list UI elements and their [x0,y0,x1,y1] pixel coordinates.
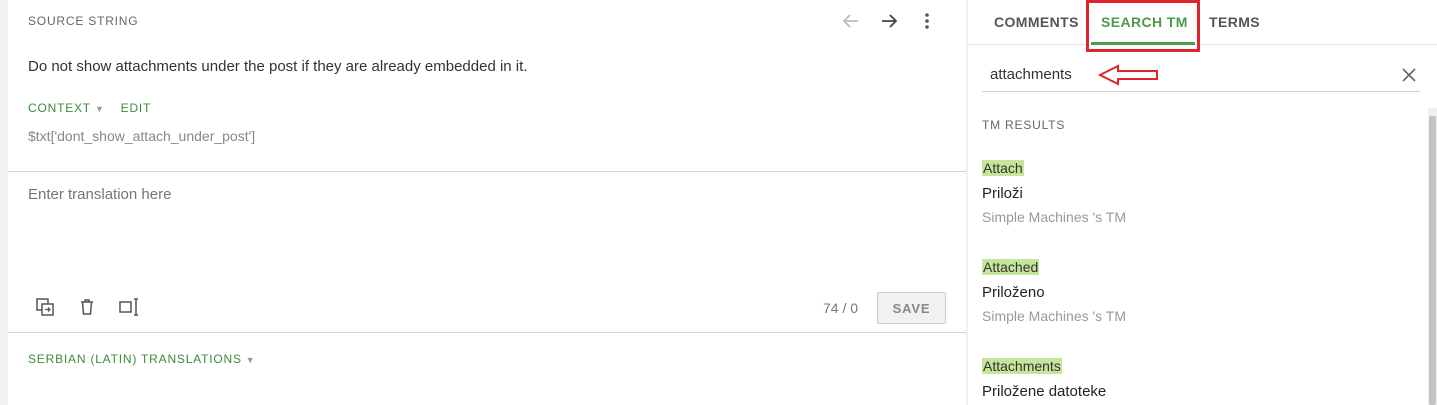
tm-result-item[interactable]: Attached Priloženo Simple Machines 's TM [982,259,1126,324]
divider [8,171,966,172]
context-row: CONTEXT ▼ EDIT [28,101,151,115]
caret-down-icon: ▼ [245,355,256,365]
translation-tools [34,296,140,318]
tm-result-item[interactable]: Attachments Priložene datoteke [982,358,1106,400]
tm-result-translation: Priloženo [982,284,1045,301]
trash-icon[interactable] [76,296,98,318]
format-text-icon[interactable] [118,296,140,318]
tm-results-header: TM RESULTS [982,118,1066,132]
context-label: CONTEXT [28,101,91,115]
tm-result-source: Simple Machines 's TM [982,308,1127,324]
string-key: $txt['dont_show_attach_under_post'] [28,128,256,144]
tm-result-item[interactable]: Attach Priloži Simple Machines 's TM [982,160,1126,225]
results-scrollbar[interactable] [1428,108,1437,405]
caret-down-icon: ▼ [94,104,105,114]
character-counter: 74 / 0 [823,300,859,316]
tm-result-term: Attached [982,259,1040,275]
copy-source-icon[interactable] [34,296,56,318]
annotation-arrow-icon [1098,64,1158,86]
context-toggle[interactable]: CONTEXT ▼ [28,101,105,115]
translation-input[interactable] [28,186,928,203]
editor-panel: SOURCE STRING Do not show attachments un… [8,0,966,405]
divider [8,332,966,333]
scrollbar-thumb[interactable] [1429,116,1436,405]
tm-result-term: Attachments [982,358,1062,374]
translations-header[interactable]: SERBIAN (LATIN) TRANSLATIONS ▼ [28,352,256,366]
string-navigation [838,8,940,34]
tm-search-input[interactable] [990,66,1370,83]
edit-link[interactable]: EDIT [121,101,152,115]
tm-search-field [982,58,1420,92]
translations-header-label: SERBIAN (LATIN) TRANSLATIONS [28,352,242,366]
tm-result-translation: Priloži [982,185,1023,202]
sidebar-tabs: COMMENTS SEARCH TM TERMS [968,0,1437,45]
tab-comments[interactable]: COMMENTS [994,14,1079,30]
close-icon[interactable] [1398,64,1420,86]
annotation-highlight-box [1086,0,1200,52]
sidebar-panel: COMMENTS SEARCH TM TERMS TM RESULTS Atta… [968,0,1437,405]
save-button[interactable]: SAVE [877,292,946,324]
tm-result-translation: Priložene datoteke [982,383,1107,400]
app-root: SOURCE STRING Do not show attachments un… [0,0,1437,405]
source-string-header: SOURCE STRING [28,14,139,28]
arrow-right-icon[interactable] [876,8,902,34]
more-vert-icon[interactable] [914,8,940,34]
tab-terms[interactable]: TERMS [1209,14,1260,30]
tm-result-term: Attach [982,160,1024,176]
arrow-left-icon[interactable] [838,8,864,34]
source-text: Do not show attachments under the post i… [28,58,528,75]
tm-result-source: Simple Machines 's TM [982,209,1127,225]
